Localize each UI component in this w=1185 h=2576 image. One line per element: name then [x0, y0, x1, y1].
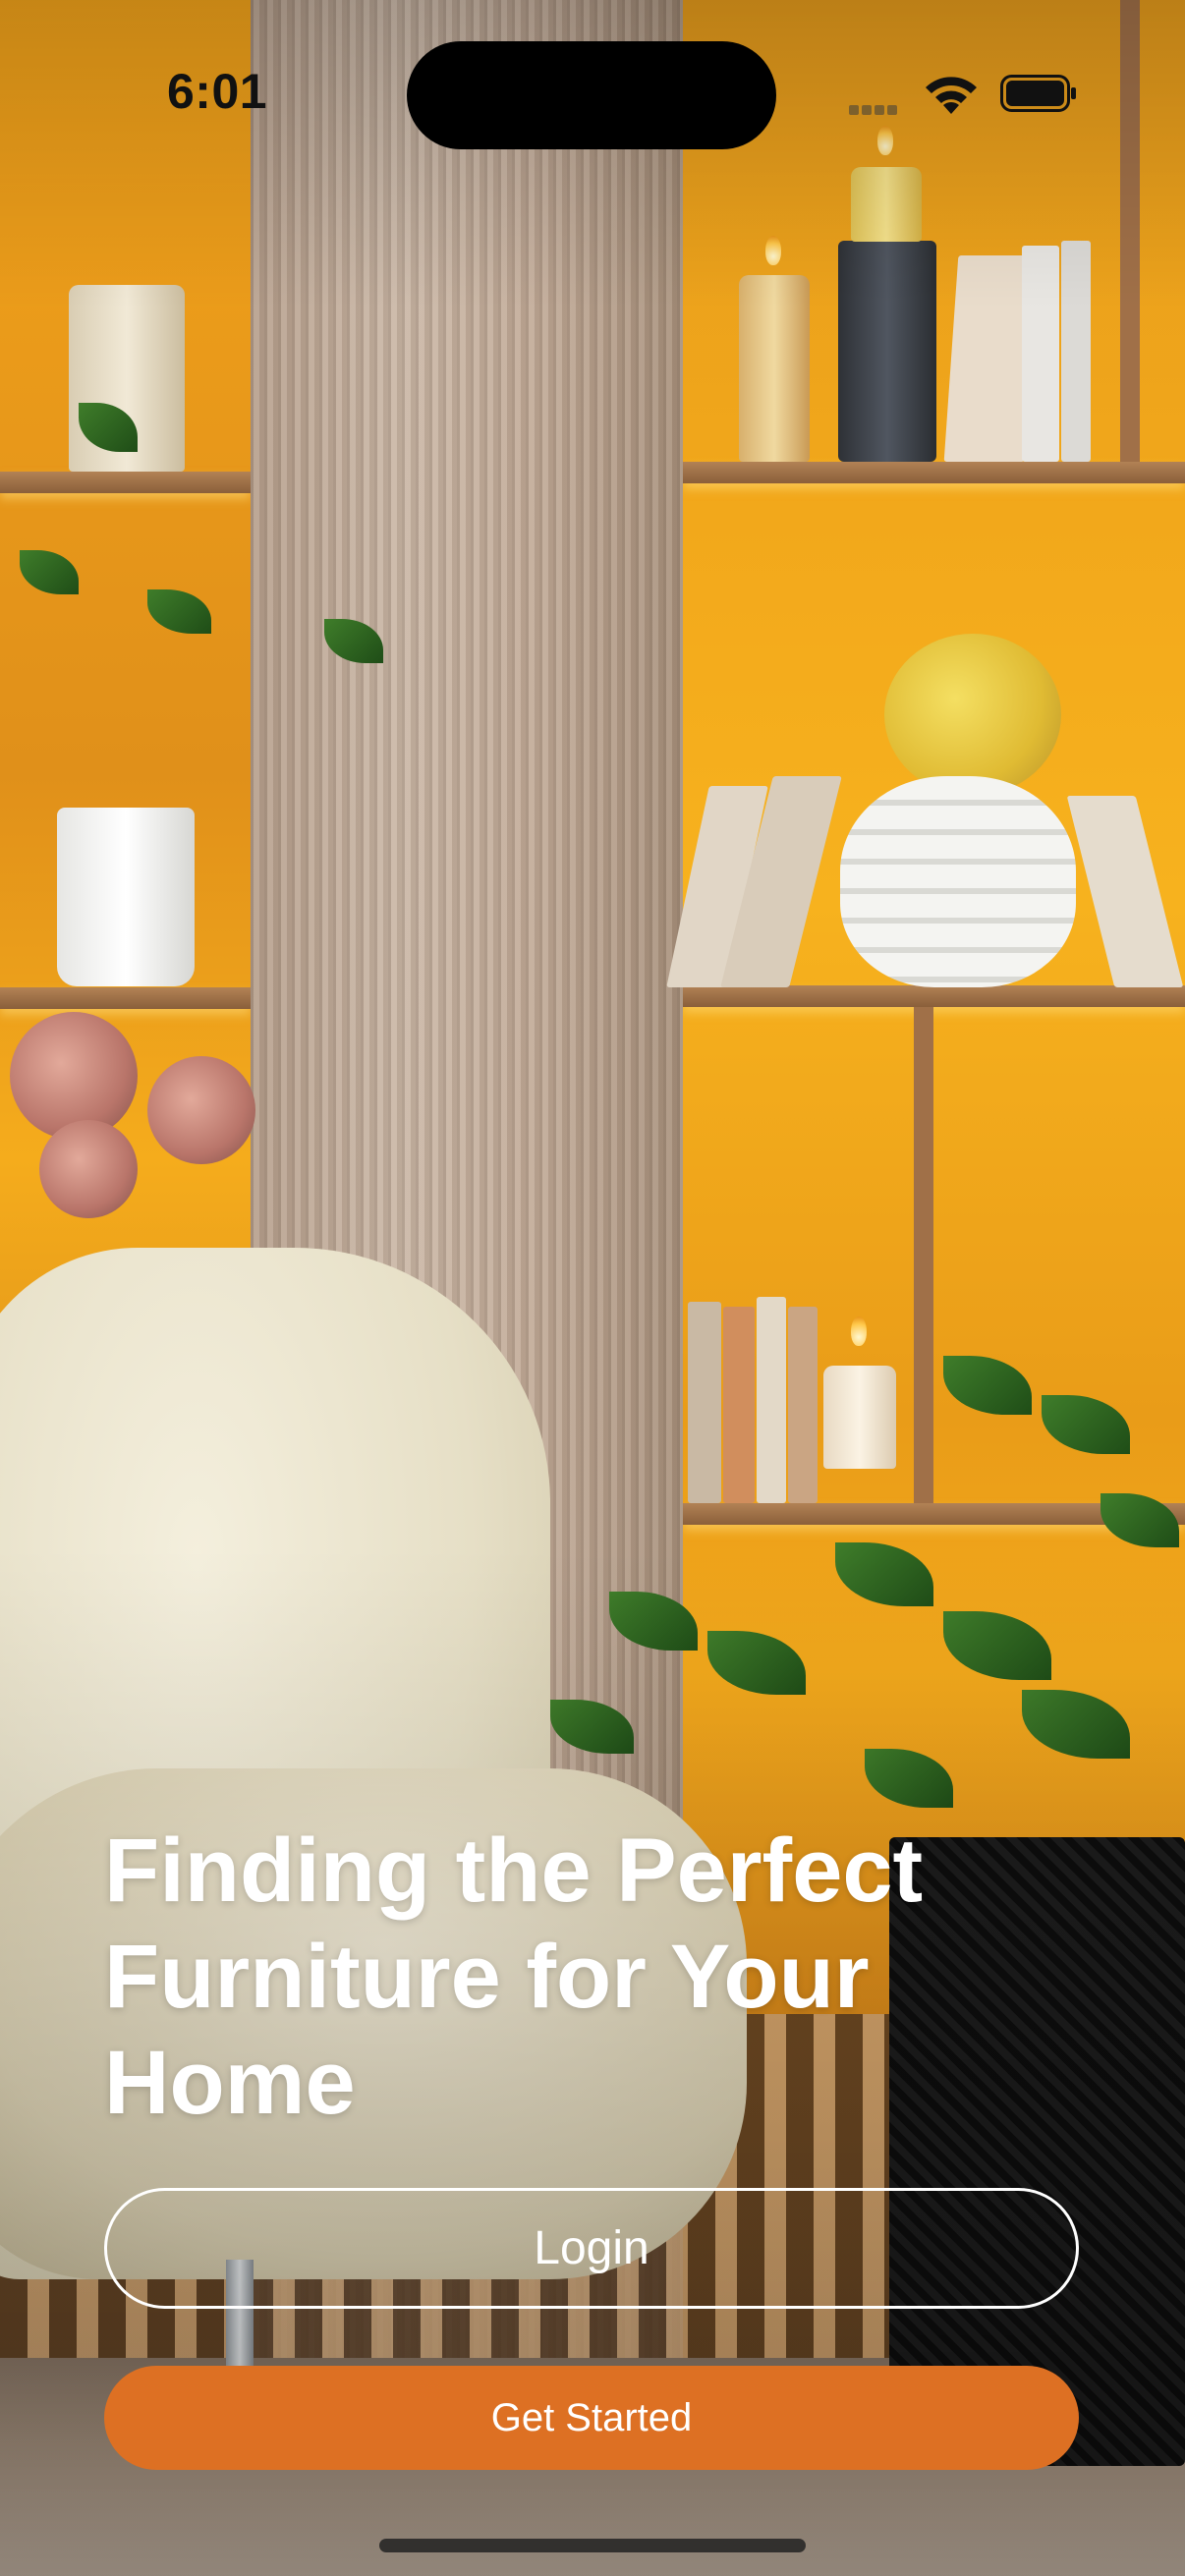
wifi-icon	[926, 77, 977, 114]
login-button[interactable]: Login	[104, 2188, 1079, 2309]
battery-icon	[1000, 75, 1076, 112]
home-indicator	[379, 2539, 806, 2552]
status-time: 6:01	[167, 64, 268, 119]
page-title: Finding the Perfect Furniture for Your H…	[104, 1818, 988, 2136]
title-line: Furniture for Your	[104, 1927, 870, 2027]
title-line: Home	[104, 2033, 356, 2133]
onboarding-screen: 6:01 Finding the Perfect Furniture for Y…	[0, 0, 1185, 2576]
cellular-dots-icon	[849, 102, 900, 120]
get-started-button[interactable]: Get Started	[104, 2366, 1079, 2470]
title-line: Finding the Perfect	[104, 1820, 924, 1921]
status-bar: 6:01	[0, 0, 1185, 149]
dynamic-island	[407, 41, 776, 149]
